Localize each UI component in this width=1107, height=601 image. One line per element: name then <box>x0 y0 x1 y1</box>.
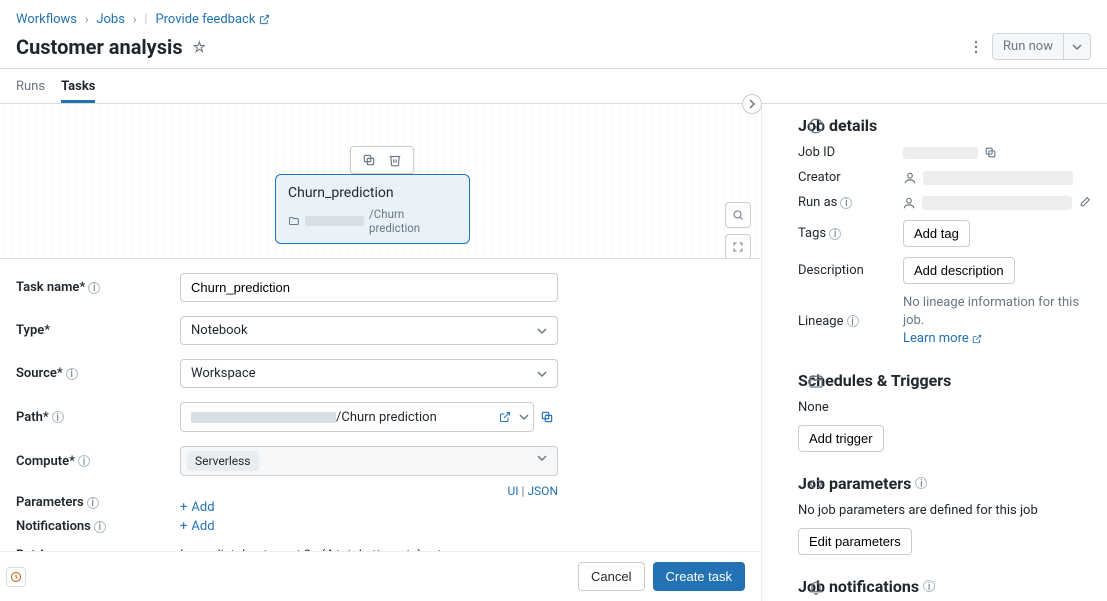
user-icon <box>902 196 916 210</box>
info-icon <box>808 118 824 134</box>
task-name-label: Task name* <box>16 280 85 295</box>
run-now-button[interactable]: Run now <box>992 33 1091 60</box>
create-task-button[interactable]: Create task <box>653 562 745 591</box>
tags-label: Tags <box>798 226 826 241</box>
task-node-title: Churn_prediction <box>288 185 457 201</box>
copy-icon[interactable] <box>357 151 381 169</box>
redacted-text <box>191 412 336 423</box>
run-as-label: Run as <box>798 195 837 210</box>
tab-runs[interactable]: Runs <box>16 71 45 103</box>
ui-toggle[interactable]: UI <box>508 484 519 498</box>
bell-icon <box>808 579 824 595</box>
job-parameters-heading: Job parameters i <box>798 474 1091 493</box>
external-link-icon <box>259 14 270 25</box>
task-graph-canvas[interactable]: Churn_prediction /Churn prediction + − <box>0 104 761 259</box>
compute-label: Compute* <box>16 454 75 469</box>
external-link-icon <box>972 334 982 344</box>
copy-icon[interactable] <box>540 410 554 424</box>
edit-icon[interactable] <box>1078 196 1091 209</box>
lineage-text: No lineage information for this job. <box>903 295 1079 328</box>
notifications-label: Notifications <box>16 519 91 534</box>
info-icon[interactable]: i <box>923 580 935 592</box>
creator-label: Creator <box>798 170 903 185</box>
info-icon[interactable]: i <box>87 497 99 509</box>
add-trigger-button[interactable]: Add trigger <box>798 425 884 452</box>
chevron-right-icon: › <box>133 13 136 26</box>
external-link-icon[interactable] <box>499 411 511 423</box>
kebab-menu-icon[interactable] <box>968 39 984 55</box>
info-icon[interactable]: i <box>94 521 106 533</box>
folder-icon <box>288 215 300 227</box>
info-icon[interactable]: i <box>88 282 100 294</box>
node-toolbar <box>350 146 414 174</box>
brackets-icon <box>808 476 824 492</box>
no-parameters-text: No job parameters are defined for this j… <box>798 503 1091 518</box>
add-tag-button[interactable]: Add tag <box>903 220 970 247</box>
schedules-heading: Schedules & Triggers <box>798 371 1091 390</box>
ui-json-toggle: UI | JSON <box>180 484 558 498</box>
redacted-text <box>922 196 1072 210</box>
job-details-heading: Job details <box>798 116 1091 135</box>
chevron-down-icon[interactable] <box>527 447 557 475</box>
type-select[interactable]: Notebook <box>180 316 558 345</box>
breadcrumb-jobs[interactable]: Jobs <box>96 12 125 27</box>
source-select[interactable]: Workspace <box>180 359 558 388</box>
tab-tasks[interactable]: Tasks <box>61 71 95 103</box>
trash-icon[interactable] <box>383 151 407 169</box>
page-title: Customer analysis ☆ <box>16 35 206 59</box>
fullscreen-icon[interactable] <box>725 234 751 259</box>
learn-more-link[interactable]: Learn more <box>903 330 982 348</box>
info-icon[interactable]: i <box>829 228 841 240</box>
star-icon[interactable]: ☆ <box>193 38 206 56</box>
plus-icon: + <box>180 519 187 534</box>
redacted-text <box>923 171 1073 185</box>
add-parameter-button[interactable]: + Add <box>180 500 558 515</box>
calendar-icon <box>808 373 824 389</box>
path-input[interactable]: /Churn prediction <box>180 402 534 432</box>
source-label: Source* <box>16 366 63 381</box>
redacted-text <box>903 147 978 159</box>
schedules-none: None <box>798 400 1091 415</box>
history-icon[interactable] <box>6 567 26 587</box>
task-name-input[interactable] <box>180 273 558 302</box>
plus-icon: + <box>180 500 187 515</box>
info-icon[interactable]: i <box>52 411 64 423</box>
task-node-path: /Churn prediction <box>288 207 457 235</box>
chevron-down-icon <box>537 369 547 379</box>
info-icon[interactable]: i <box>78 455 90 467</box>
breadcrumb: Workflows › Jobs › | Provide feedback <box>16 12 1091 27</box>
chevron-down-icon <box>537 326 547 336</box>
type-label: Type* <box>16 323 50 338</box>
path-label: Path* <box>16 410 49 425</box>
compute-select[interactable]: Serverless <box>180 446 558 476</box>
chevron-down-icon[interactable] <box>1064 37 1090 57</box>
description-label: Description <box>798 263 903 278</box>
json-toggle[interactable]: JSON <box>527 484 558 498</box>
chevron-right-icon: › <box>85 13 88 26</box>
breadcrumb-workflows[interactable]: Workflows <box>16 12 77 27</box>
task-node[interactable]: Churn_prediction /Churn prediction <box>275 174 470 244</box>
info-icon[interactable]: i <box>915 477 927 489</box>
search-icon[interactable] <box>725 202 751 228</box>
chevron-down-icon[interactable] <box>519 412 529 422</box>
add-description-button[interactable]: Add description <box>903 257 1015 284</box>
info-icon[interactable]: i <box>840 197 852 209</box>
collapse-panel-icon[interactable] <box>742 94 762 114</box>
provide-feedback-link[interactable]: Provide feedback <box>155 12 270 27</box>
job-id-label: Job ID <box>798 145 903 160</box>
lineage-label: Lineage <box>798 314 844 329</box>
cancel-button[interactable]: Cancel <box>578 562 644 591</box>
info-icon[interactable]: i <box>847 315 859 327</box>
parameters-label: Parameters <box>16 495 84 510</box>
user-icon <box>903 171 917 185</box>
add-notification-button[interactable]: + Add <box>180 519 215 534</box>
info-icon[interactable]: i <box>66 368 78 380</box>
edit-parameters-button[interactable]: Edit parameters <box>798 528 912 555</box>
redacted-text <box>305 216 364 226</box>
copy-icon[interactable] <box>984 146 997 159</box>
